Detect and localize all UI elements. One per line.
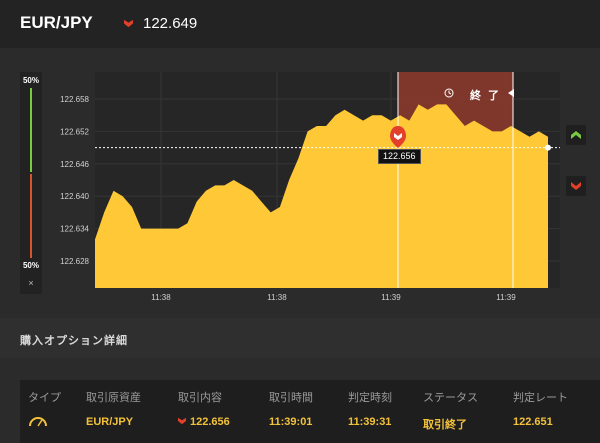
header-status: ステータス [423, 392, 478, 404]
section-title: 購入オプション詳細 [20, 335, 128, 347]
header-rate: 判定レート [513, 392, 568, 404]
option-details-table: タイプ 取引原資産 取引内容 取引時間 判定時刻 ステータス 判定レート EUR… [20, 380, 600, 443]
expiry-end-label: 終 了 [470, 90, 502, 102]
y-tick-label-1: 122.652 [60, 127, 89, 136]
row-content-value: 122.656 [190, 416, 230, 428]
entry-price-tooltip: 122.656 [378, 149, 421, 164]
x-axis-ticks: 11:38 11:38 11:39 11:39 [151, 293, 516, 302]
header-type: タイプ [28, 392, 61, 404]
y-tick-label-4: 122.634 [60, 225, 89, 234]
y-tick-label-5: 122.628 [60, 257, 89, 266]
x-tick-label-0: 11:38 [151, 293, 171, 302]
row-trade-time: 11:39:01 [269, 416, 313, 428]
row-asset: EUR/JPY [86, 416, 134, 428]
high-call-button[interactable] [566, 125, 586, 145]
header-content: 取引内容 [178, 392, 222, 404]
row-status: 取引終了 [423, 419, 467, 431]
x-tick-label-1: 11:38 [267, 293, 287, 302]
y-tick-label-2: 122.646 [60, 160, 89, 169]
row-content: 122.656 [178, 416, 230, 428]
y-tick-label-3: 122.640 [60, 192, 89, 201]
low-put-button[interactable] [566, 176, 586, 196]
x-tick-label-3: 11:39 [496, 293, 516, 302]
header-asset: 取引原資産 [86, 392, 141, 404]
up-arrow-icon [571, 131, 581, 139]
y-axis-ticks: 122.658 122.652 122.646 122.640 122.634 122.6… [60, 95, 89, 266]
gauge-icon [29, 417, 47, 427]
x-tick-label-2: 11:39 [381, 293, 401, 302]
header-judge-time: 判定時刻 [348, 392, 392, 404]
history-clock-icon [444, 88, 454, 98]
current-rate-dot [545, 144, 551, 151]
y-tick-label-0: 122.658 [60, 95, 89, 104]
price-chart: 122.658 122.652 122.646 122.640 122.634 122.6… [60, 72, 560, 302]
row-judge-time: 11:39:31 [348, 416, 392, 428]
down-arrow-icon [178, 417, 186, 425]
down-arrow-icon [571, 182, 581, 190]
end-pointer-icon [508, 89, 514, 97]
row-rate: 122.651 [513, 416, 553, 428]
header-trade-time: 取引時間 [269, 392, 313, 404]
